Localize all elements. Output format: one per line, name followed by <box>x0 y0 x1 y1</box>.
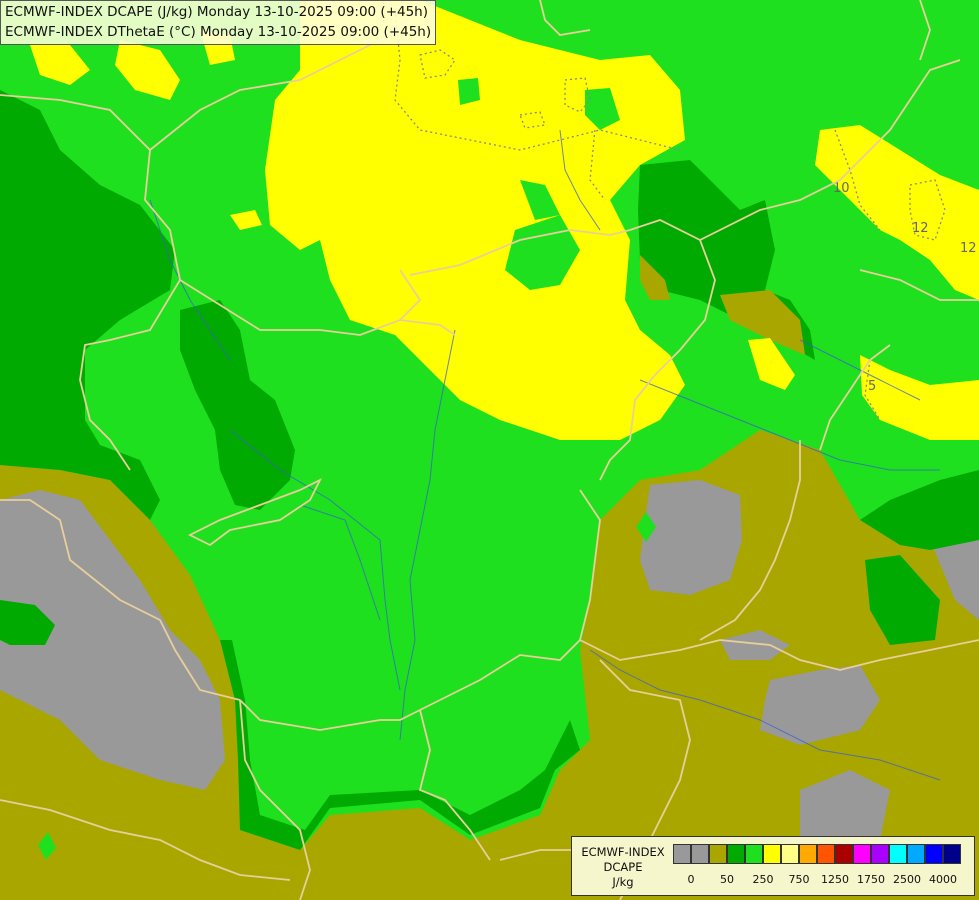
contour-label-12-b: 12 <box>960 241 977 256</box>
map-title-dthetae: ECMWF-INDEX DThetaE (°C) Monday 13-10-20… <box>5 24 432 40</box>
legend-swatch <box>907 844 925 864</box>
legend-tick-label: 2500 <box>893 873 921 886</box>
legend-title: ECMWF-INDEX DCAPE J/kg <box>576 845 670 890</box>
legend-tick-label: 1750 <box>857 873 885 886</box>
legend-model: ECMWF-INDEX <box>581 845 665 859</box>
gray-region-east <box>640 480 742 595</box>
legend-tick-label: 50 <box>720 873 734 886</box>
dcape-map: 10 12 12 5 <box>0 0 979 900</box>
legend-swatch <box>691 844 709 864</box>
map-title-box: ECMWF-INDEX DCAPE (J/kg) Monday 13-10-20… <box>0 0 437 45</box>
legend-swatch <box>853 844 871 864</box>
legend-ticks: 0 50 250 750 1250 1750 2500 4000 <box>673 873 973 889</box>
legend-swatch <box>673 844 691 864</box>
legend-tick-label: 1250 <box>821 873 849 886</box>
legend-swatch <box>835 844 853 864</box>
legend: ECMWF-INDEX DCAPE J/kg 0 50 250 750 1250 1750… <box>571 836 975 896</box>
map-title-dcape: ECMWF-INDEX DCAPE (J/kg) Monday 13-10-20… <box>5 4 429 20</box>
legend-swatch <box>889 844 907 864</box>
legend-tick-label: 750 <box>788 873 810 886</box>
legend-swatch <box>745 844 763 864</box>
legend-swatch <box>943 844 961 864</box>
legend-swatch <box>727 844 745 864</box>
legend-tick-label: 4000 <box>929 873 957 886</box>
legend-tick-label: 0 <box>687 873 695 886</box>
legend-tick-label: 250 <box>752 873 774 886</box>
legend-swatch <box>871 844 889 864</box>
legend-swatch <box>763 844 781 864</box>
legend-swatch <box>925 844 943 864</box>
legend-swatch <box>709 844 727 864</box>
legend-swatches <box>673 844 961 864</box>
contour-label-12-a: 12 <box>912 221 929 236</box>
legend-swatch <box>817 844 835 864</box>
legend-parameter: DCAPE <box>603 860 643 874</box>
legend-swatch <box>799 844 817 864</box>
legend-swatch <box>781 844 799 864</box>
contour-label-5: 5 <box>868 379 876 394</box>
legend-unit: J/kg <box>612 875 634 889</box>
